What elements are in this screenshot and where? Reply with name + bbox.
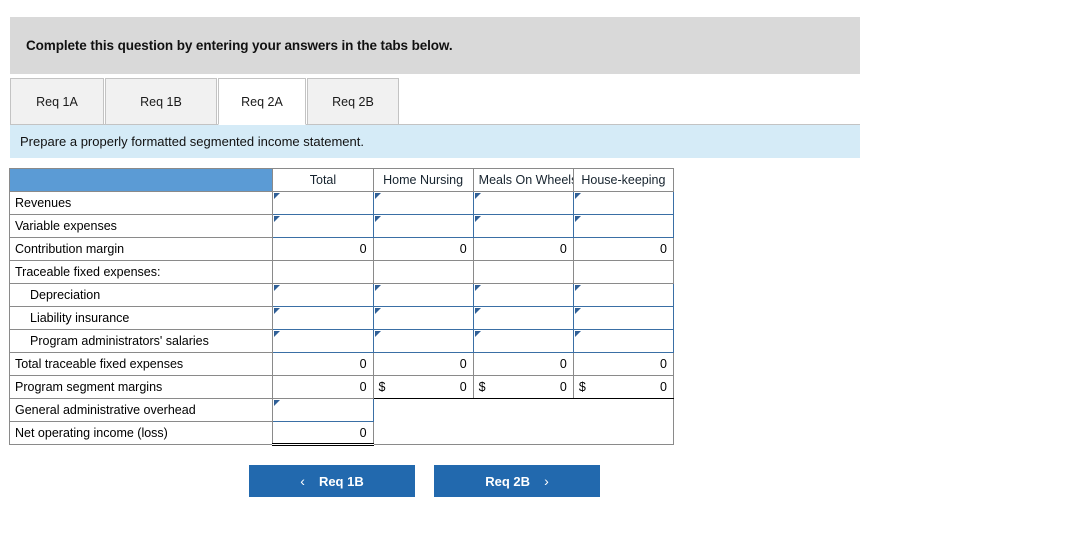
- input-variable-expenses-housekeeping[interactable]: [572, 214, 675, 238]
- table-row: Program segment margins 0 $ 0 $ 0 $ 0: [8, 375, 675, 399]
- tab-req-2b-label: Req 2B: [332, 94, 374, 109]
- input-variable-expenses-total[interactable]: [272, 214, 374, 238]
- tab-strip: Req 1A Req 1B Req 2A Req 2B: [10, 78, 860, 125]
- instruction-banner: Complete this question by entering your …: [10, 17, 860, 74]
- cell-traceable-fixed-expenses-total: [272, 260, 374, 284]
- column-header-blank: [8, 168, 274, 192]
- value-text: 0: [660, 380, 667, 394]
- tab-req-1b-label: Req 1B: [140, 94, 182, 109]
- segmented-income-statement-table: Total Home Nursing Meals On Wheels House…: [8, 168, 675, 446]
- table-row: Variable expenses: [8, 214, 675, 238]
- input-revenues-total[interactable]: [272, 191, 374, 215]
- table-header-row: Total Home Nursing Meals On Wheels House…: [8, 168, 675, 192]
- input-liability-insurance-total[interactable]: [272, 306, 374, 330]
- chevron-left-icon: ‹: [300, 473, 305, 489]
- currency-symbol: $: [578, 380, 586, 394]
- table-header: Total Home Nursing Meals On Wheels House…: [8, 168, 675, 192]
- row-label-liability-insurance: Liability insurance: [8, 306, 274, 330]
- table-row: Total traceable fixed expenses 0 0 0 0: [8, 352, 675, 376]
- column-header-total: Total: [272, 168, 374, 192]
- value-contribution-margin-total: 0: [272, 237, 374, 261]
- tab-req-1a-label: Req 1A: [36, 94, 78, 109]
- input-depreciation-total[interactable]: [272, 283, 374, 307]
- tab-req-2b[interactable]: Req 2B: [307, 78, 399, 125]
- input-program-administrators-salaries-meals-on-wheels[interactable]: [472, 329, 574, 353]
- input-program-administrators-salaries-home-nursing[interactable]: [372, 329, 474, 353]
- value-contribution-margin-home-nursing: 0: [372, 237, 474, 261]
- input-revenues-home-nursing[interactable]: [372, 191, 474, 215]
- value-program-segment-margins-total: 0: [272, 375, 374, 399]
- input-variable-expenses-home-nursing[interactable]: [372, 214, 474, 238]
- value-contribution-margin-meals-on-wheels: 0: [472, 237, 574, 261]
- row-label-program-segment-margins: Program segment margins: [8, 375, 274, 399]
- input-revenues-meals-on-wheels[interactable]: [472, 191, 574, 215]
- value-total-traceable-fixed-expenses-total: 0: [272, 352, 374, 376]
- value-contribution-margin-housekeeping: 0: [572, 237, 675, 261]
- value-program-segment-margins-housekeeping: $ 0: [572, 375, 675, 399]
- input-program-administrators-salaries-housekeeping[interactable]: [572, 329, 675, 353]
- row-label-variable-expenses: Variable expenses: [8, 214, 274, 238]
- value-text: 0: [559, 380, 567, 394]
- chevron-right-icon: ›: [544, 473, 549, 489]
- table-row: Program administrators' salaries: [8, 329, 675, 353]
- currency-symbol: $: [478, 380, 486, 394]
- instruction-text: Complete this question by entering your …: [26, 38, 453, 53]
- requirement-text: Prepare a properly formatted segmented i…: [20, 134, 364, 149]
- tab-req-2a[interactable]: Req 2A: [218, 78, 306, 125]
- cell-traceable-fixed-expenses-meals-on-wheels: [472, 260, 574, 284]
- input-liability-insurance-meals-on-wheels[interactable]: [472, 306, 574, 330]
- table-row: Depreciation: [8, 283, 675, 307]
- row-label-traceable-fixed-expenses: Traceable fixed expenses:: [8, 260, 274, 284]
- input-liability-insurance-housekeeping[interactable]: [572, 306, 675, 330]
- table-row: Revenues: [8, 191, 675, 215]
- cell-traceable-fixed-expenses-home-nursing: [372, 260, 474, 284]
- column-header-housekeeping: House-keeping: [572, 168, 675, 192]
- row-label-depreciation: Depreciation: [8, 283, 274, 307]
- value-total-traceable-fixed-expenses-housekeeping: 0: [572, 352, 675, 376]
- row-label-general-administrative-overhead: General administrative overhead: [8, 398, 274, 422]
- table-row: Liability insurance: [8, 306, 675, 330]
- navigation-bar: ‹ Req 1B Req 2B ›: [0, 465, 1090, 499]
- row-label-total-traceable-fixed-expenses: Total traceable fixed expenses: [8, 352, 274, 376]
- input-general-administrative-overhead-total[interactable]: [272, 398, 374, 422]
- requirement-banner: Prepare a properly formatted segmented i…: [10, 125, 860, 158]
- row-label-contribution-margin: Contribution margin: [8, 237, 274, 261]
- value-program-segment-margins-home-nursing: $ 0: [372, 375, 474, 399]
- row-label-revenues: Revenues: [8, 191, 274, 215]
- input-depreciation-housekeeping[interactable]: [572, 283, 675, 307]
- cell-traceable-fixed-expenses-housekeeping: [572, 260, 675, 284]
- value-total-traceable-fixed-expenses-meals-on-wheels: 0: [472, 352, 574, 376]
- value-text: 0: [459, 380, 467, 394]
- prev-req-label: Req 1B: [318, 473, 364, 489]
- table-body: Revenues Variable expenses Contribution …: [8, 191, 675, 446]
- column-header-home-nursing: Home Nursing: [372, 168, 474, 192]
- next-req-label: Req 2B: [485, 473, 531, 489]
- input-variable-expenses-meals-on-wheels[interactable]: [472, 214, 574, 238]
- value-program-segment-margins-meals-on-wheels: $ 0: [472, 375, 574, 399]
- input-program-administrators-salaries-total[interactable]: [272, 329, 374, 353]
- tab-req-1a[interactable]: Req 1A: [10, 78, 104, 125]
- input-revenues-housekeeping[interactable]: [572, 191, 675, 215]
- table-row: Contribution margin 0 0 0 0: [8, 237, 675, 261]
- row-label-program-administrators-salaries: Program administrators' salaries: [8, 329, 274, 353]
- input-depreciation-meals-on-wheels[interactable]: [472, 283, 574, 307]
- prev-req-button[interactable]: ‹ Req 1B: [249, 465, 415, 497]
- value-total-traceable-fixed-expenses-home-nursing: 0: [372, 352, 474, 376]
- row-label-net-operating-income: Net operating income (loss): [8, 421, 274, 445]
- table-row: Traceable fixed expenses:: [8, 260, 675, 284]
- cell-empty-segment-area: [372, 398, 675, 445]
- value-net-operating-income-total: 0: [272, 421, 374, 446]
- input-depreciation-home-nursing[interactable]: [372, 283, 474, 307]
- next-req-button[interactable]: Req 2B ›: [434, 465, 600, 497]
- table-row: General administrative overhead: [8, 398, 675, 445]
- column-header-meals-on-wheels: Meals On Wheels: [472, 168, 574, 192]
- currency-symbol: $: [378, 380, 386, 394]
- tab-req-2a-label: Req 2A: [241, 94, 283, 109]
- input-liability-insurance-home-nursing[interactable]: [372, 306, 474, 330]
- tab-req-1b[interactable]: Req 1B: [105, 78, 217, 125]
